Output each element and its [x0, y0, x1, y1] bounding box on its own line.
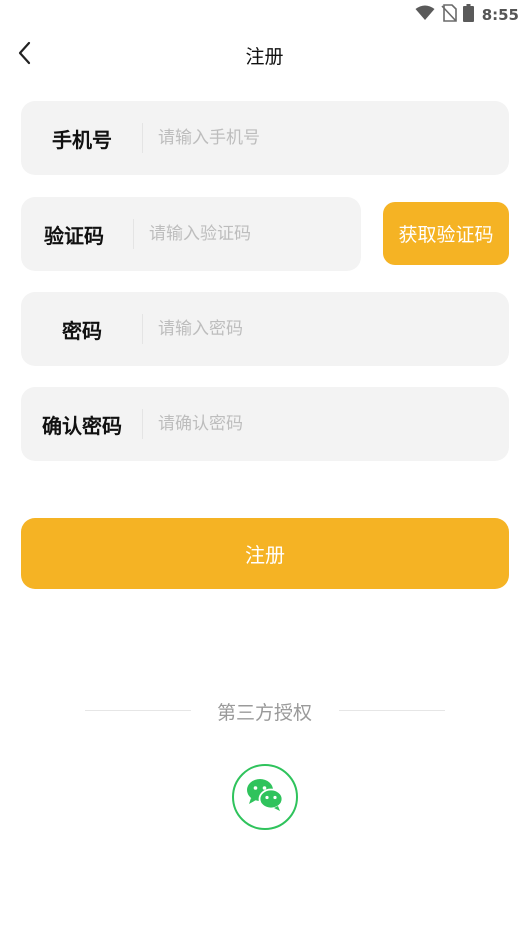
confirm-password-field: 确认密码 [21, 387, 509, 461]
password-field: 密码 [21, 292, 509, 366]
third-party-divider-right [339, 710, 445, 711]
confirm-password-input[interactable] [158, 387, 488, 461]
phone-label: 手机号 [52, 127, 112, 152]
confirm-password-label: 确认密码 [42, 413, 122, 438]
third-party-section: 第三方授权 [0, 695, 529, 729]
code-field: 验证码 [21, 197, 361, 271]
confirm-password-divider [142, 409, 143, 439]
phone-divider [142, 123, 143, 153]
phone-field: 手机号 [21, 101, 509, 175]
page-title: 注册 [245, 46, 284, 68]
get-code-button[interactable]: 获取验证码 [383, 202, 509, 265]
wechat-login-button[interactable] [232, 764, 298, 830]
no-sim-icon [441, 4, 457, 26]
wechat-icon [245, 777, 285, 817]
password-divider [142, 314, 143, 344]
battery-icon [462, 4, 474, 26]
wifi-icon [415, 5, 435, 25]
register-button[interactable]: 注册 [21, 518, 509, 589]
third-party-title: 第三方授权 [216, 702, 312, 724]
status-time: 8:55 [481, 6, 519, 24]
password-label: 密码 [62, 318, 102, 343]
code-divider [133, 219, 134, 249]
phone-input[interactable] [158, 101, 488, 175]
status-icons: 8:55 [415, 4, 519, 26]
status-bar: 8:55 [0, 0, 529, 30]
code-label: 验证码 [44, 223, 104, 248]
password-input[interactable] [158, 292, 488, 366]
header: 注册 [0, 30, 529, 80]
code-input[interactable] [149, 197, 349, 271]
